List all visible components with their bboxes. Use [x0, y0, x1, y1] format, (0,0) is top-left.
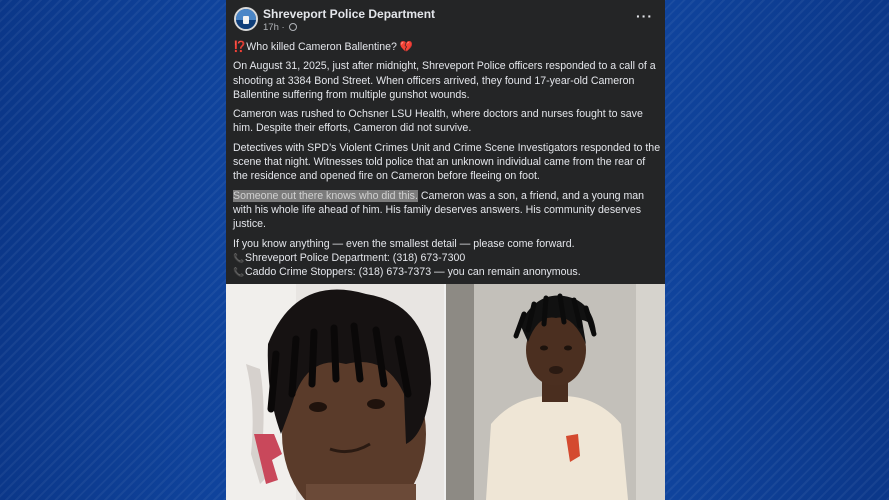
post-title-text: Who killed Cameron Ballentine? [246, 41, 397, 53]
paragraph-2: Cameron was rushed to Ochsner LSU Health… [233, 108, 643, 135]
portrait-right-image [446, 284, 665, 500]
post-meta: 17h · [263, 22, 298, 33]
post-title: ⁉️Who killed Cameron Ballentine? 💔 [233, 40, 661, 54]
contact-line-1: 📞Shreveport Police Department: (318) 673… [233, 251, 661, 265]
phone-icon: 📞 [233, 252, 245, 263]
portrait-left-image [226, 284, 444, 500]
avatar-figure [243, 16, 249, 24]
phone-icon: 📞 [233, 267, 245, 278]
globe-icon [289, 23, 298, 31]
page-avatar[interactable] [234, 7, 258, 31]
photo-left[interactable] [226, 284, 444, 500]
highlighted-text: Someone out there knows who did this. [233, 189, 418, 202]
paragraph-1: On August 31, 2025, just after midnight,… [233, 60, 656, 101]
photo-right[interactable] [446, 284, 665, 500]
post-body: ⁉️Who killed Cameron Ballentine? 💔 On Au… [233, 40, 661, 279]
broken-heart-emoji: 💔 [396, 41, 414, 53]
page-name[interactable]: Shreveport Police Department [263, 7, 435, 21]
contact-crime-stoppers: Caddo Crime Stoppers: (318) 673-7373 — y… [245, 266, 581, 279]
contact-block: If you know anything — even the smallest… [233, 237, 661, 280]
post-timestamp[interactable]: 17h [263, 22, 279, 33]
paragraph-4: Someone out there knows who did this. Ca… [233, 189, 661, 232]
facebook-post: Shreveport Police Department 17h · ··· ⁉… [226, 0, 665, 500]
meta-separator: · [278, 22, 288, 33]
paragraph-3: Detectives with SPD’s Violent Crimes Uni… [233, 141, 661, 183]
contact-spd: Shreveport Police Department: (318) 673-… [245, 251, 466, 264]
post-photos [226, 284, 665, 500]
interrobang-emoji: ⁉️ [233, 41, 247, 53]
contact-line-2: 📞Caddo Crime Stoppers: (318) 673-7373 — … [233, 265, 661, 279]
more-options-icon[interactable]: ··· [636, 8, 653, 24]
post-header: Shreveport Police Department 17h · ··· [226, 0, 665, 38]
call-to-action: If you know anything — even the smallest… [233, 237, 575, 250]
